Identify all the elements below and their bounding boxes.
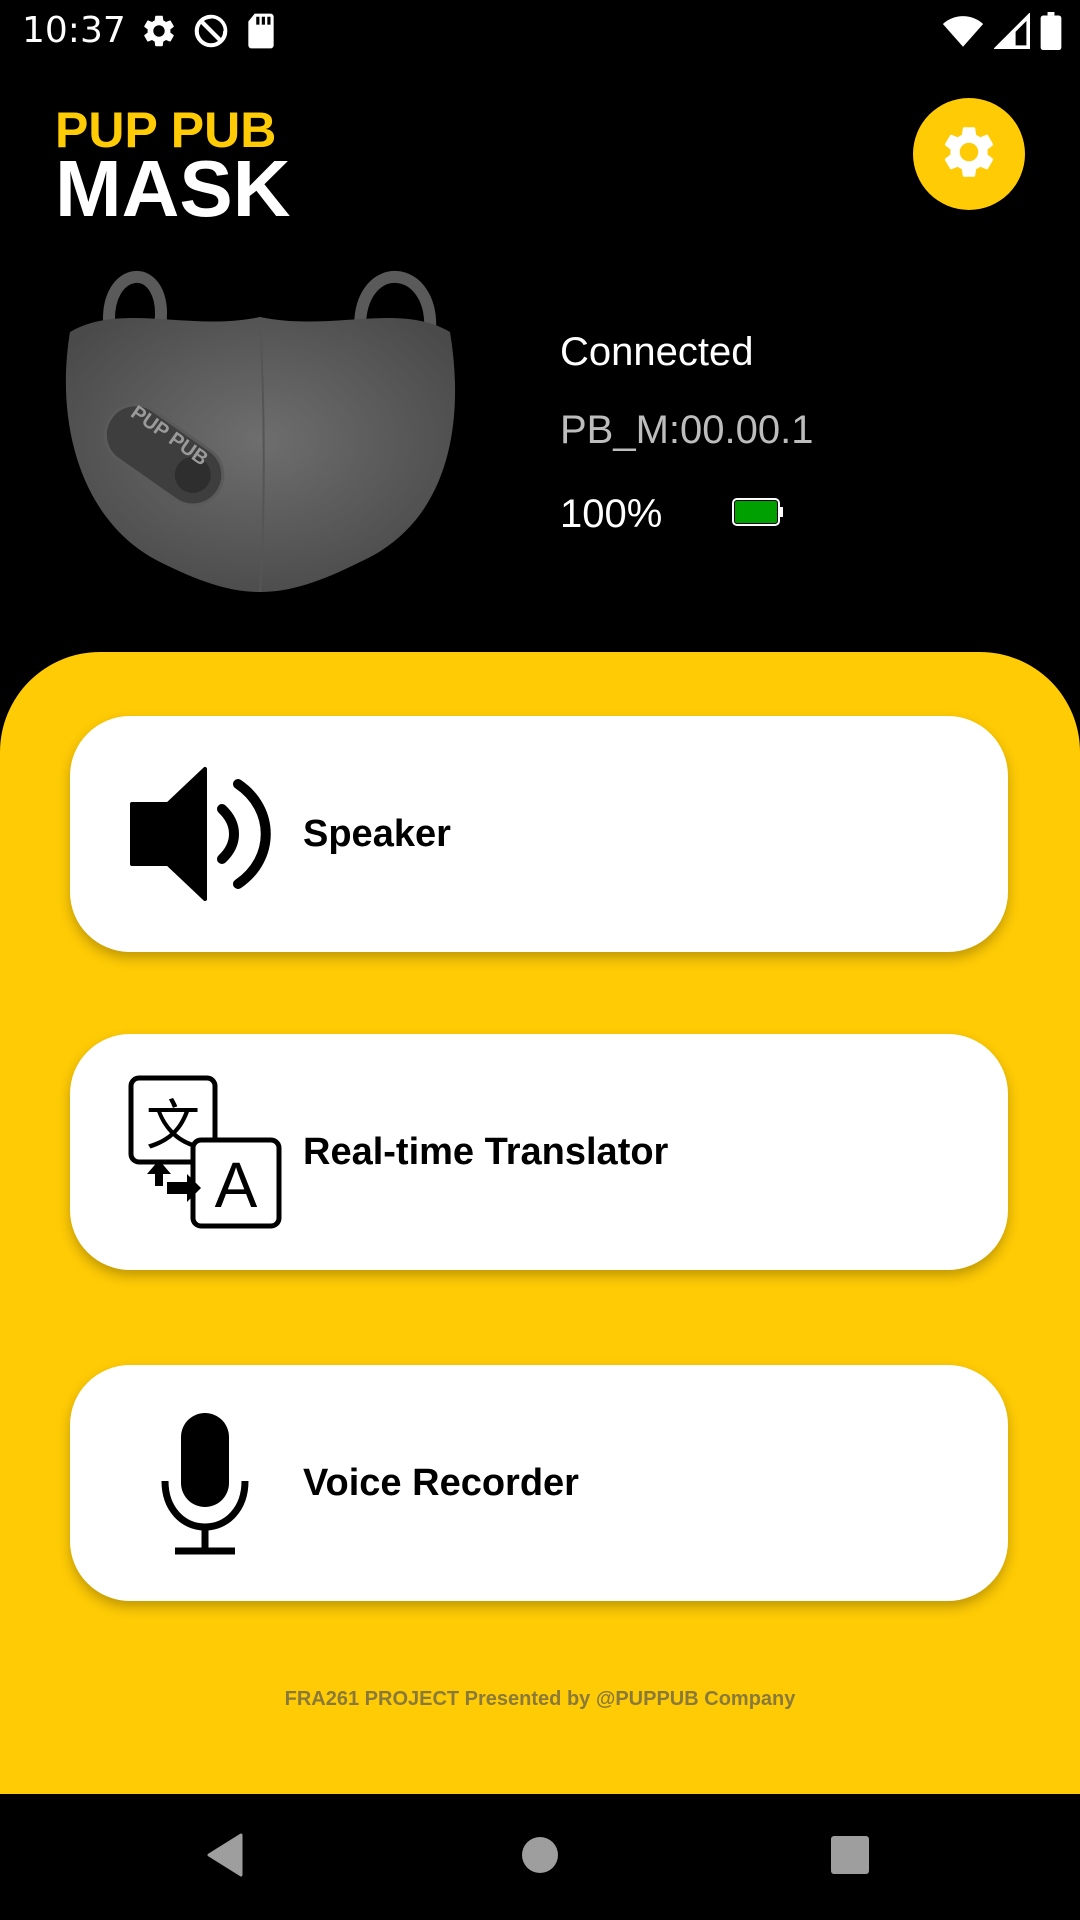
device-info: Connected PB_M:00.00.1 100% xyxy=(560,330,1020,542)
home-circle-icon xyxy=(520,1835,560,1880)
back-triangle-icon xyxy=(205,1833,245,1882)
recent-apps-button[interactable] xyxy=(790,1794,910,1920)
speaker-card[interactable]: Speaker xyxy=(70,716,1008,952)
translate-icon: 文 A xyxy=(125,1074,285,1230)
brand-logo: PUP PUB MASK xyxy=(55,105,291,229)
translator-label: Real-time Translator xyxy=(303,1130,669,1173)
status-time: 10:37 xyxy=(22,10,126,51)
recorder-card[interactable]: Voice Recorder xyxy=(70,1365,1008,1601)
back-button[interactable] xyxy=(165,1794,285,1920)
svg-text:A: A xyxy=(215,1149,258,1221)
battery-row: 100% xyxy=(560,486,1020,542)
speaker-label: Speaker xyxy=(303,812,451,855)
speaker-icon xyxy=(125,764,285,904)
footer-text: FRA261 PROJECT Presented by @PUPPUB Comp… xyxy=(284,1688,796,1710)
battery-full-icon xyxy=(1040,12,1062,50)
home-button[interactable] xyxy=(480,1794,600,1920)
sd-card-icon xyxy=(244,12,278,50)
battery-icon xyxy=(732,497,784,531)
navigation-bar xyxy=(0,1794,1080,1920)
wifi-icon xyxy=(942,13,984,49)
gear-icon xyxy=(938,121,1000,188)
gear-icon xyxy=(140,12,178,50)
recorder-label: Voice Recorder xyxy=(303,1461,579,1504)
status-right-icons xyxy=(942,12,1062,50)
features-panel: Speaker 文 A Real-time Translator Voice R… xyxy=(0,652,1080,1794)
translator-card[interactable]: 文 A Real-time Translator xyxy=(70,1034,1008,1270)
status-bar: 10:37 xyxy=(0,0,1080,62)
connection-status: Connected xyxy=(560,330,754,374)
battery-percent: 100% xyxy=(560,491,663,536)
status-left-icons xyxy=(140,12,278,50)
device-id: PB_M:00.00.1 xyxy=(560,408,814,452)
microphone-icon xyxy=(125,1409,285,1557)
mask-image: PUP PUB xyxy=(60,262,460,602)
settings-button[interactable] xyxy=(913,98,1025,210)
cell-signal-icon xyxy=(994,13,1030,49)
recent-square-icon xyxy=(830,1835,870,1880)
sync-icon xyxy=(192,12,230,50)
brand-title-bottom: MASK xyxy=(55,144,291,233)
